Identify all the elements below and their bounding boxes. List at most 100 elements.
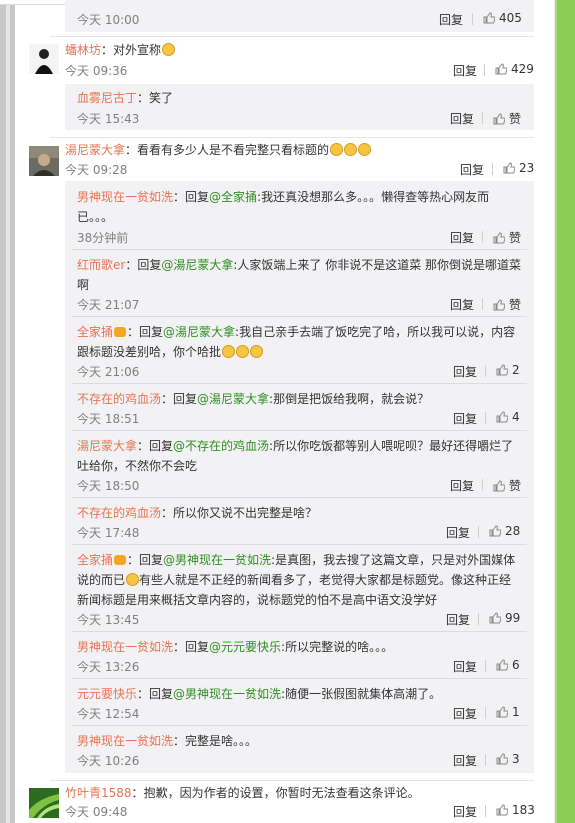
emoji-icon bbox=[358, 143, 372, 156]
reply-button[interactable]: 回复 bbox=[460, 161, 484, 178]
like-button[interactable]: 4 bbox=[496, 410, 520, 424]
reply-author[interactable]: 男神现在一贫如洗 bbox=[77, 734, 173, 748]
reply-time: 今天 21:06 bbox=[77, 365, 140, 379]
reply-text: :是真图，我去搜了这篇文章，只是对外国媒体 bbox=[271, 553, 516, 567]
reply-text: 笑了 bbox=[149, 91, 174, 105]
reply-button[interactable]: 回复 bbox=[450, 110, 474, 127]
reply-time: 今天 13:45 bbox=[77, 613, 140, 627]
reply-author[interactable]: 元元要快乐 bbox=[77, 687, 137, 701]
reply-button[interactable]: 回复 bbox=[450, 477, 474, 494]
reply-author[interactable]: 湯尼蒙大拿 bbox=[77, 439, 137, 453]
avatar[interactable] bbox=[29, 146, 59, 176]
thumb-up-icon bbox=[496, 804, 508, 816]
mention-link[interactable]: @全家捅 bbox=[209, 190, 257, 204]
crown-badge-icon bbox=[114, 555, 127, 565]
like-button[interactable]: 赞 bbox=[493, 296, 521, 313]
mention-link[interactable]: @不存在的鸡血汤 bbox=[173, 439, 269, 453]
reply-text: :我还真没想那么多。。。懒得查等热心网友而 bbox=[257, 190, 490, 204]
comment-text: 看看有多少人是不看完整只看标题的 bbox=[137, 143, 330, 157]
thumb-up-icon bbox=[489, 612, 501, 624]
mention-link[interactable]: @湯尼蒙大拿 bbox=[197, 392, 269, 406]
reply-time: 今天 17:48 bbox=[77, 526, 140, 540]
reply-author[interactable]: 全家捅 bbox=[77, 553, 113, 567]
reply-text: 完整是啥。。。 bbox=[185, 734, 258, 748]
reply-text: :我自己亲手去端了饭吃完了哈，所以我可以说，内容 bbox=[235, 325, 516, 339]
comment-author[interactable]: 蟠林坊 bbox=[65, 43, 101, 57]
emoji-icon bbox=[222, 345, 236, 358]
separator bbox=[472, 13, 473, 25]
comment-author[interactable]: 竹叶青1588 bbox=[65, 786, 132, 800]
reply-text: :所以完整说的啥。。。 bbox=[281, 640, 394, 654]
reply-button[interactable]: 回复 bbox=[453, 62, 477, 79]
like-button[interactable]: 183 bbox=[496, 803, 535, 817]
like-button[interactable]: 99 bbox=[489, 611, 520, 625]
reply-author[interactable]: 血雾尼古丁 bbox=[77, 91, 137, 105]
reply-button[interactable]: 回复 bbox=[450, 296, 474, 313]
reply-button[interactable]: 回复 bbox=[450, 229, 474, 246]
like-button[interactable]: 2 bbox=[496, 363, 520, 377]
reply-time: 今天 12:54 bbox=[77, 707, 140, 721]
reply-author[interactable]: 红而歌er bbox=[77, 258, 125, 272]
like-button[interactable]: 429 bbox=[495, 62, 534, 76]
comment-time: 今天 10:00 bbox=[77, 13, 140, 27]
emoji-icon bbox=[344, 143, 358, 156]
mention-link[interactable]: @男神现在一贫如洗 bbox=[173, 687, 281, 701]
thumb-up-icon bbox=[496, 706, 508, 718]
reply-time: 今天 18:50 bbox=[77, 479, 140, 493]
mention-link[interactable]: @男神现在一贫如洗 bbox=[163, 553, 271, 567]
reply-button[interactable]: 回复 bbox=[453, 410, 477, 427]
reply-text: :随便一张假图就集体高潮了。 bbox=[281, 687, 442, 701]
reply-author[interactable]: 不存在的鸡血汤 bbox=[77, 506, 161, 520]
thumb-up-icon bbox=[489, 525, 501, 537]
avatar[interactable] bbox=[29, 44, 59, 74]
reply-button[interactable]: 回复 bbox=[446, 524, 470, 541]
mention-link[interactable]: @湯尼蒙大拿 bbox=[161, 258, 233, 272]
reply-button[interactable]: 回复 bbox=[439, 11, 463, 28]
thumb-up-icon bbox=[493, 232, 505, 244]
reply-author[interactable]: 不存在的鸡血汤 bbox=[77, 392, 161, 406]
comment-time: 今天 09:28 bbox=[65, 163, 128, 177]
mention-link[interactable]: @湯尼蒙大拿 bbox=[163, 325, 235, 339]
reply-button[interactable]: 回复 bbox=[446, 611, 470, 628]
reply-button[interactable]: 回复 bbox=[453, 752, 477, 769]
reply-time: 今天 15:43 bbox=[77, 112, 140, 126]
like-button[interactable]: 1 bbox=[496, 705, 520, 719]
reply-button[interactable]: 回复 bbox=[453, 705, 477, 722]
reply-time: 今天 10:26 bbox=[77, 754, 140, 768]
like-button[interactable]: 赞 bbox=[493, 477, 521, 494]
comment-time: 今天 09:48 bbox=[65, 805, 128, 819]
emoji-icon bbox=[236, 345, 250, 358]
emoji-icon bbox=[330, 143, 344, 156]
like-button[interactable]: 28 bbox=[489, 524, 520, 538]
comment-author[interactable]: 湯尼蒙大拿 bbox=[65, 143, 125, 157]
emoji-icon bbox=[162, 43, 176, 56]
like-button[interactable]: 赞 bbox=[493, 110, 521, 127]
reply-button[interactable]: 回复 bbox=[453, 803, 477, 820]
thumb-up-icon bbox=[496, 364, 508, 376]
reply-author[interactable]: 全家捅 bbox=[77, 325, 113, 339]
avatar[interactable] bbox=[29, 788, 59, 818]
thumb-up-icon bbox=[496, 753, 508, 765]
like-button[interactable]: 23 bbox=[503, 161, 534, 175]
thumb-up-icon bbox=[503, 162, 515, 174]
reply-author[interactable]: 男神现在一贫如洗 bbox=[77, 190, 173, 204]
reply-author[interactable]: 男神现在一贫如洗 bbox=[77, 640, 173, 654]
reply-time: 今天 21:07 bbox=[77, 298, 140, 312]
thumb-up-icon bbox=[493, 480, 505, 492]
emoji-icon bbox=[126, 573, 140, 586]
reply-button[interactable]: 回复 bbox=[453, 363, 477, 380]
reply-text: 所以你又说不出完整是啥？ bbox=[173, 506, 318, 520]
like-button[interactable]: 3 bbox=[496, 752, 520, 766]
thumb-up-icon bbox=[493, 113, 505, 125]
reply-text: :那倒是把饭给我啊，就会说？ bbox=[269, 392, 430, 406]
page-sidebar-strip bbox=[555, 0, 575, 823]
reply-button[interactable]: 回复 bbox=[453, 658, 477, 675]
like-button[interactable]: 赞 bbox=[493, 229, 521, 246]
mention-link[interactable]: @元元要快乐 bbox=[209, 640, 281, 654]
like-button[interactable]: 6 bbox=[496, 658, 520, 672]
like-button[interactable]: 405 bbox=[483, 11, 522, 25]
left-gutter bbox=[0, 0, 15, 823]
reply-time: 今天 18:51 bbox=[77, 412, 140, 426]
crown-badge-icon bbox=[114, 327, 127, 337]
reply-time: 38分钟前 bbox=[77, 231, 129, 245]
